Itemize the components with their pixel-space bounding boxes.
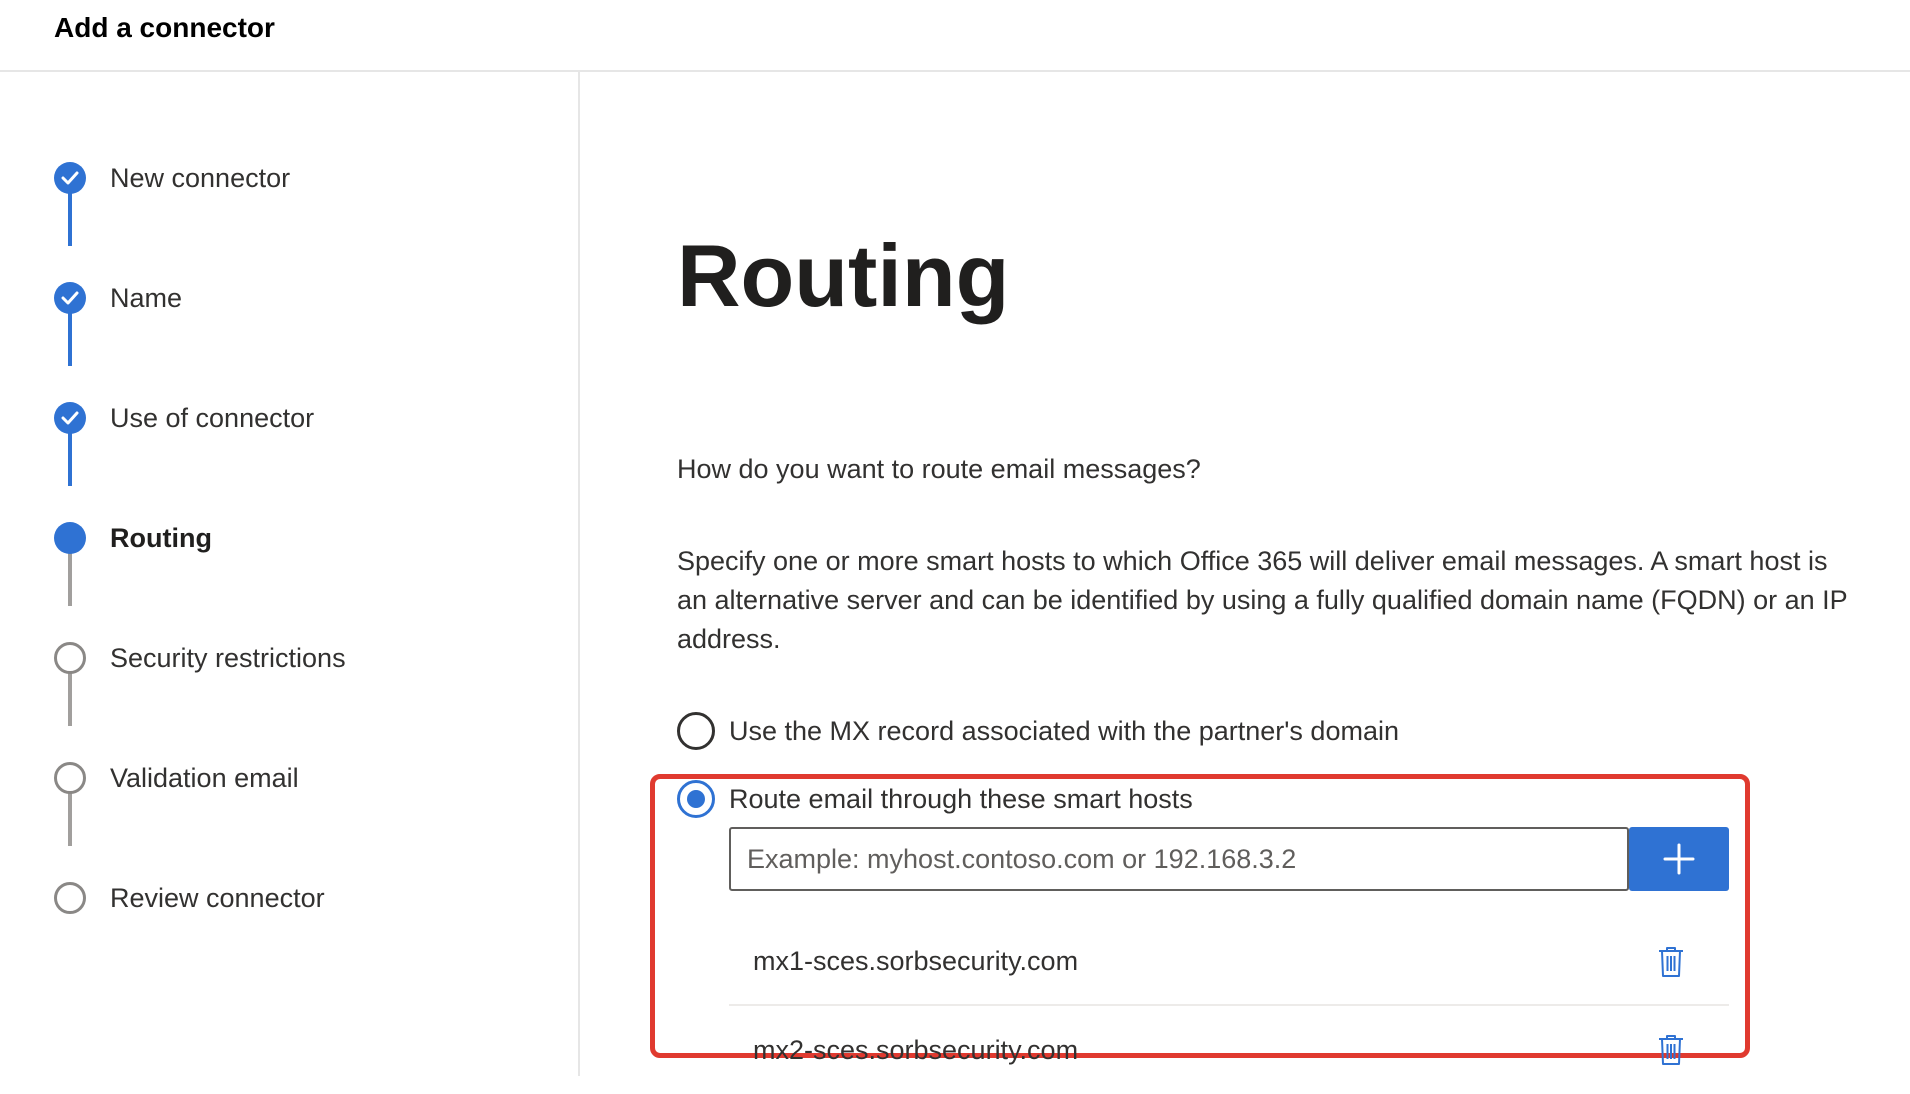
smart-host-input[interactable] xyxy=(729,827,1629,891)
page-title: Routing xyxy=(677,226,1010,325)
smart-host-name: mx2-sces.sorbsecurity.com xyxy=(753,1034,1079,1065)
main-content: Routing How do you want to route email m… xyxy=(580,72,1910,1076)
option-label: Use the MX record associated with the pa… xyxy=(729,715,1399,746)
smart-host-row: mx1-sces.sorbsecurity.com xyxy=(729,918,1729,1006)
step-security-restrictions[interactable]: Security restrictions xyxy=(54,638,346,678)
routing-question: How do you want to route email messages? xyxy=(677,454,1201,484)
header-bar: Add a connector xyxy=(0,0,1910,72)
empty-circle-icon xyxy=(54,642,86,674)
filled-circle-icon xyxy=(54,522,86,554)
step-label: Security restrictions xyxy=(110,642,346,673)
step-label: Name xyxy=(110,282,183,313)
step-label: New connector xyxy=(110,162,291,193)
plus-icon xyxy=(1662,842,1696,876)
add-smart-host-button[interactable] xyxy=(1629,827,1729,891)
wizard-steps-sidebar: New connector Name Use of connector Rout… xyxy=(0,72,580,1076)
routing-description: Specify one or more smart hosts to which… xyxy=(677,546,1848,654)
option-smart-hosts[interactable]: Route email through these smart hosts xyxy=(677,780,1193,818)
radio-button[interactable] xyxy=(677,712,715,750)
radio-button-selected[interactable] xyxy=(677,780,715,818)
step-name[interactable]: Name xyxy=(54,278,182,318)
delete-smart-host-button[interactable] xyxy=(1651,942,1691,982)
option-mx-record[interactable]: Use the MX record associated with the pa… xyxy=(677,712,1399,750)
step-new-connector[interactable]: New connector xyxy=(54,158,290,198)
panel-title: Add a connector xyxy=(54,12,275,43)
smart-host-name: mx1-sces.sorbsecurity.com xyxy=(753,945,1079,976)
step-routing[interactable]: Routing xyxy=(54,518,212,558)
delete-smart-host-button[interactable] xyxy=(1651,1030,1691,1070)
trash-icon xyxy=(1656,945,1686,979)
step-review-connector[interactable]: Review connector xyxy=(54,878,325,918)
step-use-of-connector[interactable]: Use of connector xyxy=(54,398,314,438)
step-label: Validation email xyxy=(110,762,299,793)
step-label: Use of connector xyxy=(110,402,315,433)
smart-host-row: mx2-sces.sorbsecurity.com xyxy=(729,1006,1729,1094)
trash-icon xyxy=(1656,1033,1686,1067)
radio-dot-icon xyxy=(687,790,705,808)
option-label: Route email through these smart hosts xyxy=(729,783,1193,814)
step-label: Routing xyxy=(110,522,212,553)
checkmark-icon xyxy=(54,402,86,434)
checkmark-icon xyxy=(54,162,86,194)
step-label: Review connector xyxy=(110,882,325,913)
step-validation-email[interactable]: Validation email xyxy=(54,758,299,798)
empty-circle-icon xyxy=(54,762,86,794)
checkmark-icon xyxy=(54,282,86,314)
empty-circle-icon xyxy=(54,882,86,914)
